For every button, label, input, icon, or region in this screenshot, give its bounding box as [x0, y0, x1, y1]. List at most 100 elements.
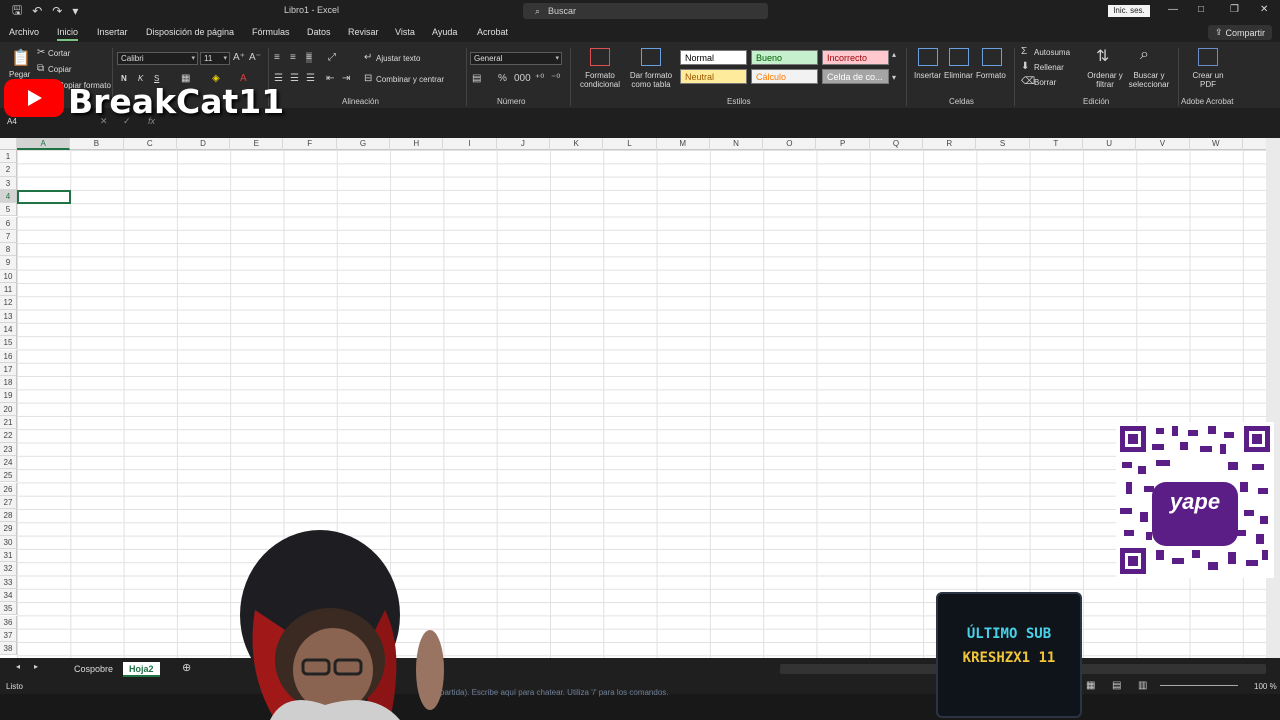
fill-button[interactable]: Rellenar — [1034, 63, 1064, 72]
row-header[interactable]: 33 — [0, 575, 17, 589]
row-header[interactable]: 37 — [0, 628, 17, 643]
row-header[interactable]: 24 — [0, 455, 17, 470]
row-header[interactable]: 3 — [0, 176, 17, 190]
column-header[interactable]: I — [443, 138, 497, 150]
conditional-format-button[interactable]: Formato condicional — [575, 71, 625, 89]
column-header[interactable]: L — [603, 138, 657, 150]
column-header[interactable]: F — [284, 138, 337, 150]
accounting-icon[interactable]: ▤ — [472, 73, 481, 84]
column-header[interactable]: Q — [870, 138, 924, 150]
column-header[interactable]: T — [1030, 138, 1083, 150]
format-as-table-button[interactable]: Dar formato como tabla — [627, 71, 675, 89]
sheet-tab-cospobre[interactable]: Cospobre — [68, 662, 119, 677]
create-pdf-button[interactable]: Crear un PDF — [1192, 71, 1224, 89]
find-select-button[interactable]: Buscar y seleccionar — [1124, 71, 1174, 89]
zoom-slider[interactable] — [1160, 685, 1238, 686]
row-header[interactable]: 18 — [0, 376, 17, 390]
orientation-icon[interactable]: ⤢ — [328, 52, 336, 63]
next-sheet-icon[interactable]: ▸ — [34, 662, 38, 671]
row-header[interactable]: 16 — [0, 349, 17, 363]
column-header[interactable]: K — [550, 138, 604, 150]
decrease-font-icon[interactable]: A⁻ — [249, 52, 261, 63]
prev-sheet-icon[interactable]: ◂ — [16, 662, 20, 671]
column-header[interactable]: O — [763, 138, 817, 150]
column-header[interactable]: B — [70, 138, 124, 150]
column-header[interactable]: S — [976, 138, 1030, 150]
row-header[interactable]: 5 — [0, 203, 17, 217]
column-header[interactable]: H — [390, 138, 444, 150]
row-header[interactable]: 30 — [0, 535, 17, 549]
row-header[interactable]: 36 — [0, 615, 17, 629]
tab-archivo[interactable]: Archivo — [9, 27, 39, 37]
page-break-icon[interactable]: ▥ — [1138, 680, 1147, 691]
row-header[interactable]: 4 — [0, 189, 17, 204]
normal-view-icon[interactable]: ▦ — [1086, 680, 1095, 691]
restore-icon[interactable]: ❐ — [1230, 4, 1239, 15]
column-header[interactable]: M — [657, 138, 710, 150]
percent-icon[interactable]: % — [498, 73, 507, 84]
row-header[interactable]: 1 — [0, 150, 17, 164]
row-header[interactable]: 19 — [0, 389, 17, 403]
undo-icon[interactable]: ↶ — [32, 4, 42, 18]
cell-area[interactable] — [17, 150, 1266, 658]
row-header[interactable]: 25 — [0, 469, 17, 483]
sign-in-button[interactable]: Inic. ses. — [1108, 5, 1150, 17]
tab-vista[interactable]: Vista — [395, 27, 415, 37]
increase-font-icon[interactable]: A⁺ — [233, 52, 245, 63]
column-header[interactable]: W — [1190, 138, 1243, 150]
autosum-button[interactable]: Autosuma — [1034, 48, 1070, 57]
vertical-scrollbar[interactable] — [1266, 138, 1280, 658]
row-header[interactable]: 38 — [0, 642, 17, 656]
row-header[interactable]: 35 — [0, 602, 17, 616]
row-header[interactable]: 20 — [0, 402, 17, 416]
row-header[interactable]: 9 — [0, 256, 17, 270]
column-header[interactable]: R — [923, 138, 977, 150]
styles-more-icon[interactable]: ▾ — [892, 73, 896, 82]
delete-cells-button[interactable]: Eliminar — [944, 71, 973, 80]
row-header[interactable]: 15 — [0, 336, 17, 350]
ribbon-display-icon[interactable]: □ — [1198, 4, 1204, 15]
row-header[interactable]: 12 — [0, 296, 17, 310]
row-header[interactable]: 21 — [0, 416, 17, 430]
font-name-select[interactable]: Calibri — [117, 52, 198, 65]
row-header[interactable]: 26 — [0, 482, 17, 496]
number-format-select[interactable]: General — [470, 52, 562, 65]
share-button[interactable]: ⇪ Compartir — [1208, 25, 1272, 40]
cell-style-bueno[interactable]: Bueno — [751, 50, 818, 65]
column-header[interactable]: C — [124, 138, 177, 150]
copy-button[interactable]: Copiar — [48, 65, 72, 74]
minimize-icon[interactable]: — — [1168, 4, 1178, 15]
row-header[interactable]: 28 — [0, 509, 17, 523]
name-box[interactable]: A4 — [4, 116, 68, 128]
tab-formulas[interactable]: Fórmulas — [252, 27, 290, 37]
active-cell[interactable] — [17, 190, 71, 204]
search-box[interactable]: ⌕ Buscar — [523, 3, 768, 19]
column-header[interactable]: G — [337, 138, 391, 150]
column-header[interactable]: P — [817, 138, 870, 150]
redo-icon[interactable]: ↷ — [52, 4, 62, 18]
tab-insertar[interactable]: Insertar — [97, 27, 128, 37]
align-center-icon[interactable]: ☰ — [290, 73, 299, 84]
row-header[interactable]: 2 — [0, 163, 17, 177]
cell-style-neutral[interactable]: Neutral — [680, 69, 747, 84]
decrease-decimal-icon[interactable]: ⁻⁰ — [551, 73, 560, 84]
align-top-icon[interactable]: ≡ — [274, 52, 280, 63]
row-header[interactable]: 32 — [0, 562, 17, 576]
cell-style-calculo[interactable]: Cálculo — [751, 69, 818, 84]
column-header[interactable]: D — [177, 138, 231, 150]
row-header[interactable]: 29 — [0, 522, 17, 536]
sort-filter-button[interactable]: Ordenar y filtrar — [1086, 71, 1124, 89]
row-header[interactable]: 31 — [0, 549, 17, 563]
increase-decimal-icon[interactable]: ⁺⁰ — [535, 73, 544, 84]
align-middle-icon[interactable]: ≡ — [290, 52, 296, 63]
wrap-text-button[interactable]: Ajustar texto — [376, 54, 420, 63]
tab-ayuda[interactable]: Ayuda — [432, 27, 457, 37]
row-header[interactable]: 13 — [0, 309, 17, 323]
row-header[interactable]: 10 — [0, 269, 17, 283]
row-header[interactable]: 17 — [0, 362, 17, 377]
tab-inicio[interactable]: Inicio — [57, 27, 79, 41]
cut-button[interactable]: Cortar — [48, 49, 70, 58]
merge-center-button[interactable]: Combinar y centrar — [376, 75, 444, 84]
cell-style-normal[interactable]: Normal — [680, 50, 747, 65]
column-header[interactable]: N — [710, 138, 764, 150]
